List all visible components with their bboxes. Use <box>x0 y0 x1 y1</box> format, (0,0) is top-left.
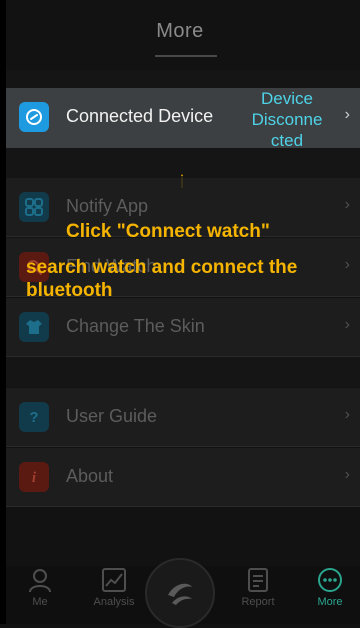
more-screen: More Connected Device Device Disconne ct… <box>0 0 360 628</box>
tab-analysis[interactable]: Analysis <box>84 566 144 624</box>
connected-device-label: Connected Device <box>66 106 214 126</box>
notify-app-label: Notify App <box>66 196 149 216</box>
user-guide-row[interactable]: ? User Guide › <box>6 388 360 447</box>
info-icon: i <box>19 462 49 492</box>
page-title: More <box>156 20 204 42</box>
change-skin-label: Change The Skin <box>66 316 205 336</box>
about-row[interactable]: i About › <box>6 448 360 507</box>
person-icon <box>29 569 51 593</box>
svg-text:?: ? <box>29 409 38 426</box>
chevron-right-icon: › <box>344 316 350 333</box>
connected-device-row[interactable]: Connected Device Device Disconne cted › <box>6 88 360 151</box>
user-guide-label: User Guide <box>66 406 158 426</box>
section-gap <box>6 357 360 387</box>
brand-logo-icon <box>168 583 192 605</box>
section-gap <box>6 70 360 88</box>
tab-more-label: More <box>317 596 343 608</box>
center-action-button[interactable] <box>145 558 215 628</box>
tab-me[interactable]: Me <box>10 566 70 624</box>
instruction-search-watch: search watch and connect the bluetooth <box>26 257 298 301</box>
device-status-line: Disconne <box>251 110 323 129</box>
arrow-up-icon <box>181 174 183 188</box>
chart-icon <box>102 568 126 592</box>
chevron-right-icon: › <box>344 106 350 123</box>
apps-grid-icon <box>19 192 49 222</box>
link-icon <box>19 102 49 132</box>
chevron-right-icon: › <box>344 406 350 423</box>
instruction-click-connect: Click "Connect watch" <box>66 221 270 242</box>
device-status: Device Disconne cted <box>242 88 332 151</box>
tab-report[interactable]: Report <box>228 566 288 624</box>
about-label: About <box>66 466 114 486</box>
chevron-right-icon: › <box>344 466 350 483</box>
more-dots-icon <box>318 568 342 592</box>
header: More <box>0 0 360 70</box>
help-icon: ? <box>19 402 49 432</box>
chevron-right-icon: › <box>344 196 350 213</box>
device-status-line: Device <box>261 89 313 108</box>
shirt-icon <box>19 312 49 342</box>
svg-text:i: i <box>32 470 37 486</box>
section-gap <box>6 148 360 178</box>
tab-me-label: Me <box>32 596 48 608</box>
tab-more[interactable]: More <box>300 566 360 624</box>
report-icon <box>248 568 268 592</box>
change-skin-row[interactable]: Change The Skin › <box>6 298 360 357</box>
tab-report-label: Report <box>241 596 275 608</box>
tab-analysis-label: Analysis <box>93 596 135 608</box>
title-underline <box>155 55 217 57</box>
